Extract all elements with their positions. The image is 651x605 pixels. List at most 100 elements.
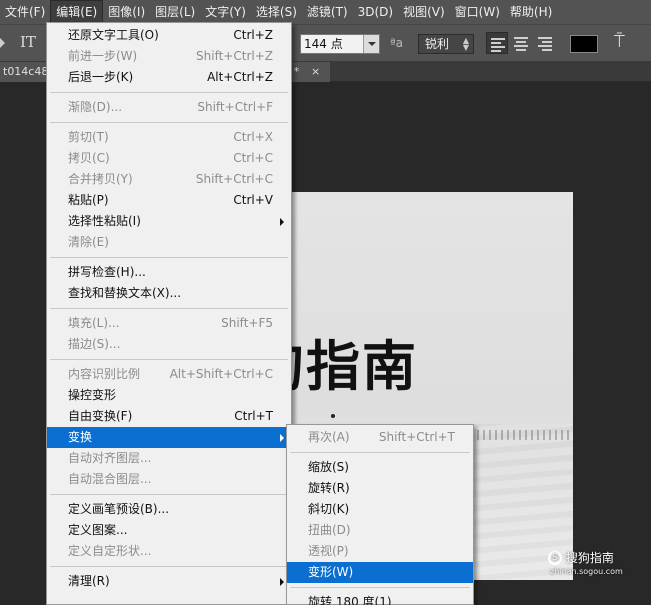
transform-menu-item[interactable]: 旋转 180 度(1): [287, 592, 473, 605]
menubar-item[interactable]: 视图(V): [398, 0, 450, 24]
antialias-icon: ªa: [390, 36, 404, 50]
edit-menu-item-label: 描边(S)...: [68, 337, 121, 351]
edit-menu-item[interactable]: 清理(R): [47, 571, 291, 592]
warp-text-icon[interactable]: ⍑: [614, 31, 625, 52]
edit-menu-item[interactable]: 定义图案...: [47, 520, 291, 541]
align-right-button[interactable]: [534, 32, 556, 54]
align-left-button[interactable]: [486, 32, 508, 54]
menu-separator: [287, 448, 473, 457]
menubar-item[interactable]: 窗口(W): [450, 0, 505, 24]
menubar-item[interactable]: 选择(S): [251, 0, 302, 24]
transform-menu-item[interactable]: 缩放(S): [287, 457, 473, 478]
edit-menu-item-label: 自由变换(F): [68, 409, 133, 423]
menubar-item[interactable]: 文件(F): [0, 0, 50, 24]
transform-menu-item[interactable]: 斜切(K): [287, 499, 473, 520]
menubar-item[interactable]: 图像(I): [103, 0, 150, 24]
edit-menu-item: 渐隐(D)... Shift+Ctrl+F: [47, 97, 291, 118]
edit-menu-item: 定义自定形状...: [47, 541, 291, 562]
close-icon[interactable]: ×: [311, 62, 320, 82]
edit-menu-item-shortcut: Ctrl+Z: [233, 28, 273, 42]
transform-menu-item[interactable]: 旋转(R): [287, 478, 473, 499]
edit-menu-item-label: 粘贴(P): [68, 193, 109, 207]
edit-menu-item-label: 剪切(T): [68, 130, 109, 144]
menu-separator: [47, 253, 291, 262]
edit-menu-item: 内容识别比例 Alt+Shift+Ctrl+C: [47, 364, 291, 385]
edit-menu-item: 自动对齐图层...: [47, 448, 291, 469]
watermark-url: zhinan.sogou.com: [550, 567, 623, 576]
transform-submenu: 再次(A) Shift+Ctrl+T 缩放(S) 旋转(R) 斜切(K) 扭曲(D) 透视(…: [286, 424, 474, 605]
edit-menu-item[interactable]: 拼写检查(H)...: [47, 262, 291, 283]
watermark-text: 搜狗指南: [565, 551, 614, 565]
font-size-input[interactable]: 144 点: [300, 34, 380, 54]
menubar-item[interactable]: 编辑(E): [50, 0, 104, 24]
canvas-text-layer[interactable]: 狗指南: [280, 322, 418, 401]
edit-menu-item-label: 自动对齐图层...: [68, 451, 152, 465]
transform-menu-item-label: 缩放(S): [308, 460, 349, 474]
sogou-logo-icon: S: [548, 550, 562, 565]
menu-separator: [287, 583, 473, 592]
menu-separator: [47, 88, 291, 97]
transform-menu-item-label: 扭曲(D): [308, 523, 351, 537]
edit-menu-item: 清除(E): [47, 232, 291, 253]
edit-menu-item-shortcut: Ctrl+V: [233, 193, 273, 207]
transform-menu-item[interactable]: 变形(W): [287, 562, 473, 583]
edit-menu-item: 剪切(T) Ctrl+X: [47, 127, 291, 148]
edit-menu-item[interactable]: 操控变形: [47, 385, 291, 406]
transform-menu-item-label: 斜切(K): [308, 502, 350, 516]
edit-menu-item-label: 内容识别比例: [68, 367, 141, 381]
antialias-select[interactable]: 锐利 ▲ ▼: [418, 34, 474, 54]
transform-menu-item-label: 透视(P): [308, 544, 349, 558]
submenu-arrow-icon: [280, 578, 284, 586]
edit-menu-item-label: 还原文字工具(O): [68, 28, 159, 42]
tool-preset-arrow-icon[interactable]: [0, 38, 5, 48]
edit-menu-item[interactable]: 自由变换(F) Ctrl+T: [47, 406, 291, 427]
edit-menu-item-label: 拼写检查(H)...: [68, 265, 146, 279]
edit-menu-item[interactable]: 粘贴(P) Ctrl+V: [47, 190, 291, 211]
edit-menu-item: 拷贝(C) Ctrl+C: [47, 148, 291, 169]
text-color-swatch[interactable]: [570, 35, 598, 53]
edit-menu-item-label: 定义画笔预设(B)...: [68, 502, 170, 516]
menubar-item[interactable]: 滤镜(T): [302, 0, 353, 24]
edit-menu-item-label: 合并拷贝(Y): [68, 172, 133, 186]
watermark: S 搜狗指南 zhinan.sogou.com: [548, 549, 623, 576]
edit-menu-item-label: 前进一步(W): [68, 49, 138, 63]
transform-menu-item-label: 再次(A): [308, 430, 350, 444]
transform-menu-item: 透视(P): [287, 541, 473, 562]
menubar-item[interactable]: 3D(D): [353, 0, 398, 24]
edit-menu-item[interactable]: 定义画笔预设(B)...: [47, 499, 291, 520]
edit-menu-item-shortcut: Shift+Ctrl+C: [195, 172, 273, 186]
text-cursor-icon: [331, 414, 335, 418]
transform-menu-item-shortcut: Shift+Ctrl+T: [378, 430, 455, 444]
transform-menu-item-label: 旋转 180 度(1): [308, 595, 392, 605]
text-orientation-icon[interactable]: IT: [20, 33, 36, 51]
menubar-item[interactable]: 图层(L): [150, 0, 200, 24]
edit-menu-item[interactable]: 后退一步(K) Alt+Ctrl+Z: [47, 67, 291, 88]
edit-menu-item-label: 填充(L)...: [68, 316, 120, 330]
edit-menu-item[interactable]: 变换: [47, 427, 291, 448]
edit-menu-item-shortcut: Shift+Ctrl+Z: [196, 49, 273, 63]
edit-menu-item[interactable]: 选择性粘贴(I): [47, 211, 291, 232]
chevron-down-icon[interactable]: [363, 35, 379, 53]
edit-menu-item-label: 清除(E): [68, 235, 109, 249]
edit-menu-item: 合并拷贝(Y) Shift+Ctrl+C: [47, 169, 291, 190]
edit-menu-item: 前进一步(W) Shift+Ctrl+Z: [47, 46, 291, 67]
edit-menu-item-shortcut: Ctrl+C: [233, 151, 273, 165]
menu-separator: [47, 562, 291, 571]
edit-menu-item[interactable]: 查找和替换文本(X)...: [47, 283, 291, 304]
menu-separator: [47, 355, 291, 364]
edit-menu-item: 自动混合图层...: [47, 469, 291, 490]
edit-menu-item-label: 定义自定形状...: [68, 544, 152, 558]
edit-menu-item-label: 拷贝(C): [68, 151, 110, 165]
menubar-item[interactable]: 文字(Y): [200, 0, 251, 24]
edit-menu-item-label: 查找和替换文本(X)...: [68, 286, 182, 300]
transform-menu-item-label: 旋转(R): [308, 481, 350, 495]
edit-menu-item[interactable]: 还原文字工具(O) Ctrl+Z: [47, 25, 291, 46]
menubar-item[interactable]: 帮助(H): [505, 0, 557, 24]
align-center-button[interactable]: [510, 32, 532, 54]
edit-menu-item-label: 定义图案...: [68, 523, 128, 537]
font-size-value: 144 点: [304, 37, 343, 51]
menu-separator: [47, 304, 291, 313]
antialias-value: 锐利: [425, 37, 450, 51]
canvas-tree-line: [465, 430, 573, 440]
edit-menu-item-label: 操控变形: [68, 388, 117, 402]
